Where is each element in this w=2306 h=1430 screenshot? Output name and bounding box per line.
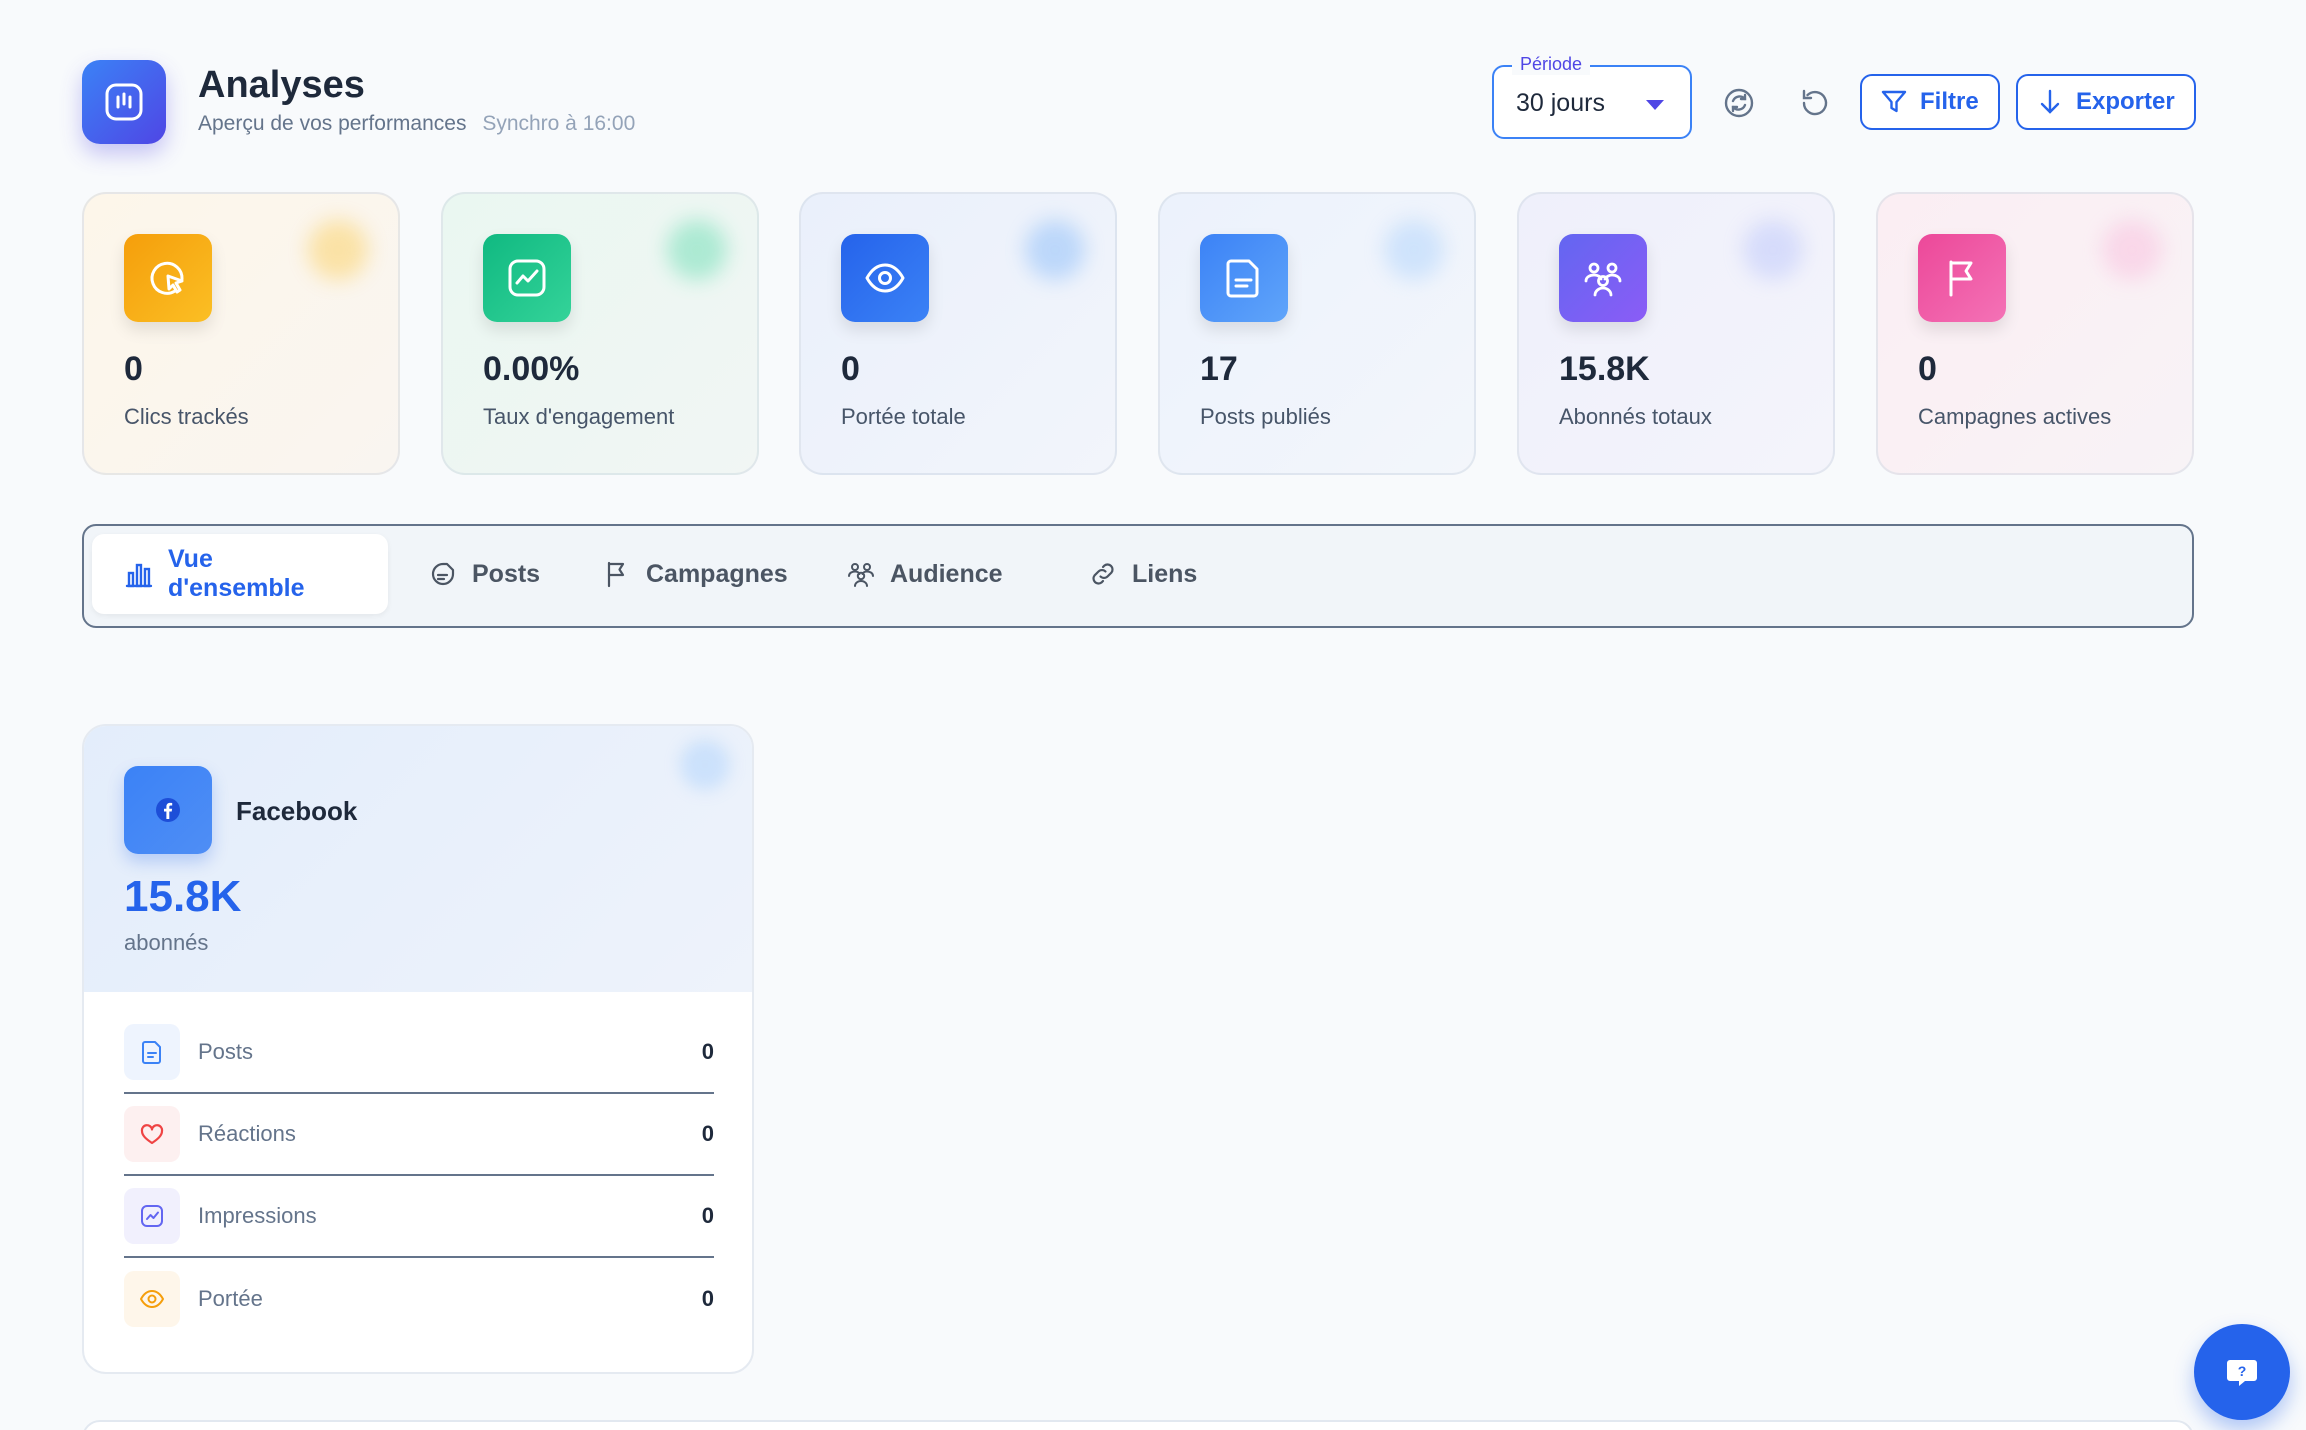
users-icon	[1559, 234, 1647, 322]
rotate-ccw-icon	[1802, 89, 1828, 116]
flag-icon	[1918, 234, 2006, 322]
trend-chart-icon	[483, 234, 571, 322]
bar-chart-icon	[125, 563, 153, 588]
platform-follower-count: 15.8K	[124, 872, 242, 921]
tab-overview[interactable]: Vue d'ensemble	[92, 534, 388, 614]
tab-label: Vue d'ensemble	[167, 545, 305, 602]
tab-posts[interactable]: Posts	[396, 534, 572, 614]
tab-label: Liens	[1132, 559, 1198, 588]
stat-card-clicks: 0 Clics trackés	[82, 192, 400, 475]
stat-card-posts: 17 Posts publiés	[1158, 192, 1476, 475]
facebook-icon	[124, 766, 212, 854]
users-icon	[848, 563, 874, 587]
platform-card-facebook: Facebook 15.8K abonnés Posts 0 Réactions…	[82, 724, 754, 1374]
metric-label: Portée	[198, 1286, 263, 1311]
cursor-click-icon	[124, 234, 212, 322]
filter-label: Filtre	[1920, 88, 1979, 115]
flag-icon	[607, 561, 625, 588]
sync-status: Synchro à 16:00	[482, 112, 636, 135]
stats-grid: 0 Clics trackés 0.00% Taux d'engagement …	[82, 192, 2194, 475]
stat-label: Abonnés totaux	[1559, 404, 1712, 429]
arrow-down-icon	[2040, 89, 2060, 114]
platform-follower-unit: abonnés	[124, 930, 209, 955]
subtitle-text: Aperçu de vos performances	[198, 112, 467, 135]
heart-icon	[124, 1106, 180, 1162]
svg-text:?: ?	[2238, 1363, 2247, 1379]
metric-value: 0	[701, 1039, 714, 1064]
metric-row-reach: Portée 0	[124, 1258, 714, 1340]
tab-audience[interactable]: Audience	[814, 534, 1035, 614]
stat-value: 17	[1200, 350, 1238, 388]
stat-label: Taux d'engagement	[483, 404, 675, 429]
export-label: Exporter	[2076, 88, 2175, 115]
stat-label: Posts publiés	[1200, 404, 1331, 429]
metric-value: 0	[701, 1286, 714, 1311]
period-label: Période	[1512, 54, 1591, 75]
platform-name: Facebook	[236, 796, 358, 826]
filter-button[interactable]: Filtre	[1860, 74, 2000, 130]
export-button[interactable]: Exporter	[2016, 74, 2196, 130]
trend-chart-icon	[124, 1188, 180, 1244]
reset-button[interactable]	[1792, 80, 1838, 126]
stat-card-reach: 0 Portée totale	[799, 192, 1117, 475]
help-chat-button[interactable]: ?	[2194, 1324, 2290, 1420]
tab-label: Posts	[472, 559, 541, 588]
eye-icon	[841, 234, 929, 322]
metric-row-posts: Posts 0	[124, 1012, 714, 1094]
metric-label: Posts	[198, 1039, 254, 1064]
tab-links[interactable]: Liens	[1056, 534, 1229, 614]
stat-value: 0	[841, 350, 860, 388]
stat-label: Clics trackés	[124, 404, 249, 429]
document-icon	[124, 1024, 180, 1080]
next-panel	[82, 1420, 2194, 1430]
document-icon	[1200, 234, 1288, 322]
stat-card-engagement: 0.00% Taux d'engagement	[441, 192, 759, 475]
link-icon	[1092, 563, 1114, 585]
help-chat-icon: ?	[2227, 1360, 2257, 1386]
tab-label: Audience	[890, 559, 1003, 588]
metric-row-reactions: Réactions 0	[124, 1094, 714, 1176]
metric-value: 0	[701, 1121, 714, 1146]
stat-label: Portée totale	[841, 404, 966, 429]
period-select[interactable]: Période 30 jours	[1492, 54, 1692, 139]
page-subtitle: Aperçu de vos performances Synchro à 16:…	[198, 112, 635, 136]
analytics-logo-icon	[82, 60, 166, 144]
platform-card-header: Facebook 15.8K abonnés	[84, 726, 752, 992]
page-title: Analyses	[198, 64, 365, 106]
stat-card-followers: 15.8K Abonnés totaux	[1517, 192, 1835, 475]
stat-card-campaigns: 0 Campagnes actives	[1876, 192, 2194, 475]
chevron-down-icon	[1646, 100, 1664, 110]
tab-label: Campagnes	[646, 559, 788, 588]
page-header: Analyses Aperçu de vos performances Sync…	[82, 54, 2196, 144]
sync-icon	[1724, 88, 1754, 118]
tab-bar: Vue d'ensemble Posts Campagnes Audience	[82, 524, 2194, 628]
tab-campaigns[interactable]: Campagnes	[570, 534, 820, 614]
metric-label: Réactions	[198, 1121, 296, 1146]
stat-value: 15.8K	[1559, 350, 1650, 388]
stat-value: 0	[124, 350, 143, 388]
stat-value: 0.00%	[483, 350, 580, 388]
metric-label: Impressions	[198, 1203, 317, 1228]
document-icon	[431, 562, 455, 586]
sync-button[interactable]	[1716, 80, 1762, 126]
metric-row-impressions: Impressions 0	[124, 1176, 714, 1258]
eye-icon	[124, 1271, 180, 1327]
period-value: 30 jours	[1516, 89, 1605, 117]
filter-icon	[1881, 90, 1907, 113]
stat-value: 0	[1918, 350, 1937, 388]
metric-value: 0	[701, 1203, 714, 1228]
stat-label: Campagnes actives	[1918, 404, 2112, 429]
